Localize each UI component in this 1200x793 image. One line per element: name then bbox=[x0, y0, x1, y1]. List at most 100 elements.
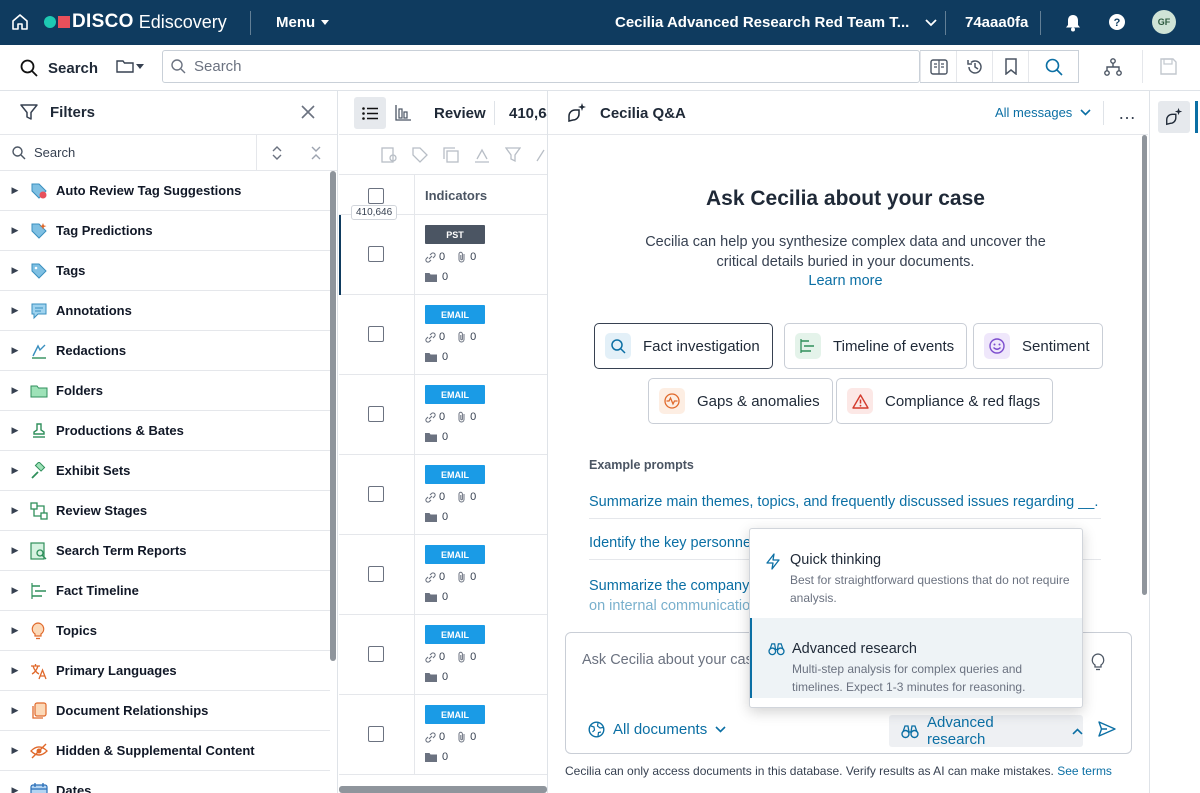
folder-icon bbox=[425, 593, 437, 602]
document-row[interactable]: PST 0 0 0 bbox=[339, 215, 547, 295]
chart-view-icon[interactable] bbox=[395, 104, 412, 121]
row-checkbox[interactable] bbox=[368, 486, 384, 502]
row-checkbox[interactable] bbox=[368, 326, 384, 342]
funnel-icon[interactable] bbox=[505, 146, 521, 163]
tag-icon[interactable] bbox=[412, 146, 428, 163]
folder-dropdown[interactable] bbox=[116, 58, 144, 74]
document-row[interactable]: EMAIL 0 0 0 bbox=[339, 535, 547, 615]
chip-sentiment[interactable]: Sentiment bbox=[973, 323, 1103, 369]
caret-right-icon[interactable]: ▶ bbox=[0, 425, 30, 436]
caret-right-icon[interactable]: ▶ bbox=[0, 745, 30, 756]
cecilia-rail-button[interactable] bbox=[1158, 101, 1190, 133]
tag-doc-icon[interactable] bbox=[381, 146, 397, 163]
filter-item-tags[interactable]: ▶ Tags bbox=[0, 251, 330, 291]
filter-item-dates[interactable]: ▶ Dates bbox=[0, 771, 330, 793]
filters-scrollbar[interactable] bbox=[330, 171, 336, 661]
chip-compliance-red-flags[interactable]: Compliance & red flags bbox=[836, 378, 1054, 424]
document-row[interactable]: EMAIL 0 0 0 bbox=[339, 375, 547, 455]
more-options-icon[interactable]: … bbox=[1118, 103, 1137, 124]
messages-filter-dropdown[interactable]: All messages bbox=[995, 105, 1091, 120]
help-icon[interactable]: ? bbox=[1109, 14, 1125, 30]
case-id[interactable]: 74aaa0fa bbox=[965, 14, 1028, 31]
see-terms-link[interactable]: See terms bbox=[1057, 764, 1112, 778]
row-checkbox[interactable] bbox=[368, 566, 384, 582]
filter-item-hidden-supplemental-content[interactable]: ▶ Hidden & Supplemental Content bbox=[0, 731, 330, 771]
learn-more-link[interactable]: Learn more bbox=[548, 273, 1143, 289]
caret-right-icon[interactable]: ▶ bbox=[0, 385, 30, 396]
bell-icon[interactable] bbox=[1064, 13, 1082, 32]
list-view-button[interactable] bbox=[354, 97, 386, 129]
chip-fact-investigation[interactable]: Fact investigation bbox=[594, 323, 773, 369]
menu-button[interactable]: Menu bbox=[276, 14, 330, 31]
syntax-guide-icon[interactable] bbox=[920, 51, 956, 82]
filter-item-auto-review-tag-suggestions[interactable]: ▶ Auto Review Tag Suggestions bbox=[0, 171, 330, 211]
document-row[interactable]: EMAIL 0 0 0 bbox=[339, 615, 547, 695]
review-horizontal-scrollbar[interactable] bbox=[339, 786, 547, 793]
filter-item-document-relationships[interactable]: ▶ Document Relationships bbox=[0, 691, 330, 731]
filter-item-redactions[interactable]: ▶ Redactions bbox=[0, 331, 330, 371]
filter-item-exhibit-sets[interactable]: ▶ Exhibit Sets bbox=[0, 451, 330, 491]
caret-right-icon[interactable]: ▶ bbox=[0, 465, 30, 476]
caret-right-icon[interactable]: ▶ bbox=[0, 265, 30, 276]
caret-right-icon[interactable]: ▶ bbox=[0, 625, 30, 636]
filter-item-review-stages[interactable]: ▶ Review Stages bbox=[0, 491, 330, 531]
filter-item-label: Dates bbox=[56, 783, 92, 793]
chip-gaps-anomalies[interactable]: Gaps & anomalies bbox=[648, 378, 833, 424]
search-mode[interactable]: Search bbox=[20, 59, 98, 77]
close-icon[interactable] bbox=[301, 105, 315, 119]
save-icon[interactable] bbox=[1160, 58, 1177, 75]
copy-icon[interactable] bbox=[443, 146, 459, 163]
document-row[interactable]: EMAIL 0 0 0 bbox=[339, 455, 547, 535]
send-icon[interactable] bbox=[1098, 721, 1116, 737]
example-prompt[interactable]: Summarize main themes, topics, and frequ… bbox=[589, 494, 1101, 519]
row-checkbox[interactable] bbox=[368, 646, 384, 662]
history-icon[interactable] bbox=[956, 51, 992, 82]
mode-option-quick-thinking[interactable]: Quick thinking Best for straightforward … bbox=[750, 529, 1082, 609]
sort-icon[interactable] bbox=[272, 146, 282, 160]
hierarchy-icon[interactable] bbox=[1103, 58, 1123, 76]
caret-right-icon[interactable]: ▶ bbox=[0, 305, 30, 316]
qa-input-field[interactable]: Ask Cecilia about your cas bbox=[582, 652, 753, 668]
indicators-column-header[interactable]: Indicators bbox=[425, 188, 487, 203]
mode-option-advanced-research[interactable]: Advanced research Multi-step analysis fo… bbox=[750, 618, 1082, 698]
globe-icon bbox=[588, 721, 605, 738]
caret-right-icon[interactable]: ▶ bbox=[0, 185, 30, 196]
caret-right-icon[interactable]: ▶ bbox=[0, 545, 30, 556]
bookmark-icon[interactable] bbox=[992, 51, 1028, 82]
filter-item-folders[interactable]: ▶ Folders bbox=[0, 371, 330, 411]
document-row[interactable]: EMAIL 0 0 0 bbox=[339, 695, 547, 775]
case-selector[interactable]: Cecilia Advanced Research Red Team T... bbox=[615, 14, 937, 31]
select-all-checkbox[interactable] bbox=[368, 188, 384, 204]
filter-item-annotations[interactable]: ▶ Annotations bbox=[0, 291, 330, 331]
user-avatar[interactable]: GF bbox=[1152, 10, 1176, 34]
chip-timeline-of-events[interactable]: Timeline of events bbox=[784, 323, 968, 369]
caret-right-icon[interactable]: ▶ bbox=[0, 505, 30, 516]
caret-right-icon[interactable]: ▶ bbox=[0, 705, 30, 716]
disco-logo[interactable]: DISCO Ediscovery bbox=[44, 11, 227, 32]
document-scope-dropdown[interactable]: All documents bbox=[588, 721, 726, 738]
caret-right-icon[interactable]: ▶ bbox=[0, 585, 30, 596]
search-input[interactable]: Search bbox=[162, 50, 920, 83]
filter-item-topics[interactable]: ▶ Topics bbox=[0, 611, 330, 651]
caret-right-icon[interactable]: ▶ bbox=[0, 225, 30, 236]
mode-selector-button[interactable]: Advanced research bbox=[889, 714, 1083, 748]
caret-right-icon[interactable]: ▶ bbox=[0, 345, 30, 356]
run-search-button[interactable] bbox=[1028, 51, 1078, 82]
row-checkbox[interactable] bbox=[368, 406, 384, 422]
bulb-icon[interactable] bbox=[1091, 653, 1105, 671]
redact-icon[interactable] bbox=[474, 147, 490, 163]
filter-item-fact-timeline[interactable]: ▶ Fact Timeline bbox=[0, 571, 330, 611]
caret-right-icon[interactable]: ▶ bbox=[0, 785, 30, 793]
filter-item-tag-predictions[interactable]: ▶ Tag Predictions bbox=[0, 211, 330, 251]
document-row[interactable]: EMAIL 0 0 0 bbox=[339, 295, 547, 375]
filters-search-input[interactable]: Search bbox=[0, 135, 337, 171]
filter-item-search-term-reports[interactable]: ▶ Search Term Reports bbox=[0, 531, 330, 571]
filter-item-primary-languages[interactable]: ▶ Primary Languages bbox=[0, 651, 330, 691]
home-icon[interactable] bbox=[10, 12, 30, 32]
row-checkbox[interactable] bbox=[368, 246, 384, 262]
row-checkbox[interactable] bbox=[368, 726, 384, 742]
caret-right-icon[interactable]: ▶ bbox=[0, 665, 30, 676]
filter-item-productions-bates[interactable]: ▶ Productions & Bates bbox=[0, 411, 330, 451]
link-icon[interactable] bbox=[536, 147, 547, 163]
collapse-all-icon[interactable] bbox=[311, 146, 321, 160]
